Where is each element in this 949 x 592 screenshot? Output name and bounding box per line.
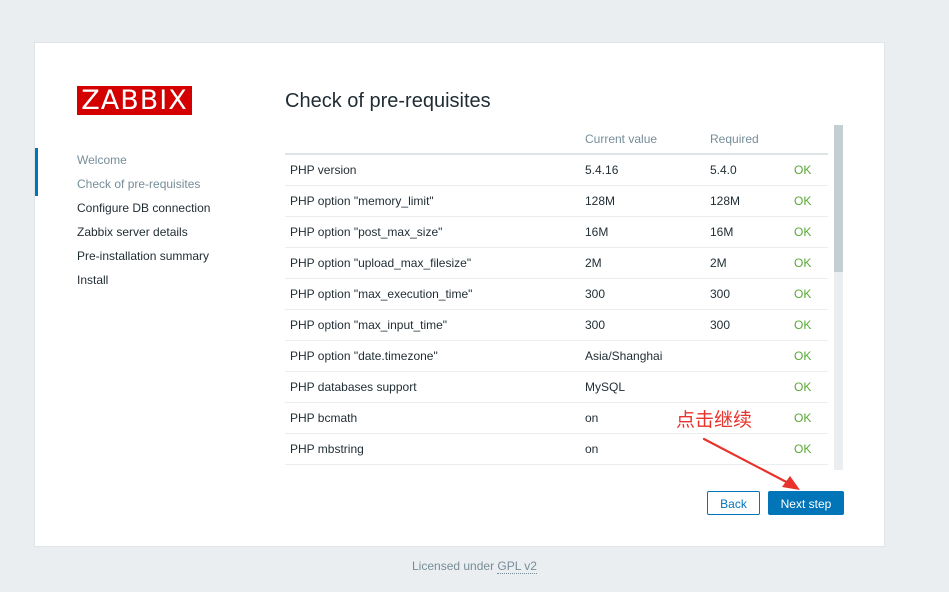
row-required: 2M [705,247,789,279]
table-row: PHP option "max_input_time" 300 300 OK [285,309,828,341]
annotation-arrow-icon [702,437,800,490]
table-row: PHP option "max_execution_time" 300 300 … [285,278,828,310]
zabbix-logo: ZABBIX [77,86,192,115]
page-title: Check of pre-requisites [285,90,491,112]
row-required: 300 [705,309,789,341]
row-name: PHP option "date.timezone" [285,340,580,372]
row-current: MySQL [580,371,705,403]
column-header-required: Required [705,125,789,155]
row-required: 16M [705,216,789,248]
table-row: PHP option "upload_max_filesize" 2M 2M O… [285,247,828,279]
footer-license-text: Licensed under [412,559,495,573]
row-required: 5.4.0 [705,154,789,186]
table-row: PHP version 5.4.16 5.4.0 OK [285,154,828,186]
gpl-license-link[interactable]: GPL v2 [497,559,537,574]
table-header-row: Current value Required [285,125,828,155]
step-server-details: Zabbix server details [77,225,188,239]
table-row: PHP option "post_max_size" 16M 16M OK [285,216,828,248]
row-status: OK [789,309,828,341]
row-current: 16M [580,216,705,248]
table-row: PHP option "date.timezone" Asia/Shanghai… [285,340,828,372]
footer: Licensed under GPL v2 [0,559,949,574]
row-status: OK [789,216,828,248]
annotation-label: 点击继续 [676,409,753,431]
row-name: PHP bcmath [285,402,580,434]
column-header-name [285,125,580,155]
row-name: PHP databases support [285,371,580,403]
row-name: PHP option "memory_limit" [285,185,580,217]
row-required [705,340,789,372]
row-name: PHP option "max_execution_time" [285,278,580,310]
row-status: OK [789,278,828,310]
row-current: Asia/Shanghai [580,340,705,372]
table-scrollbar[interactable] [834,125,843,470]
step-configure-db: Configure DB connection [77,201,211,215]
row-name: PHP option "max_input_time" [285,309,580,341]
row-name: PHP version [285,154,580,186]
step-welcome: Welcome [35,148,255,172]
row-current: 128M [580,185,705,217]
row-name: PHP mbstring [285,433,580,465]
row-status: OK [789,185,828,217]
row-current: 300 [580,309,705,341]
row-current: on [580,433,705,465]
prerequisites-table-container[interactable]: Current value Required PHP version 5.4.1… [285,125,843,470]
step-preinstall-summary: Pre-installation summary [77,249,210,263]
column-header-status [789,125,828,155]
row-required [705,371,789,403]
row-current: 300 [580,278,705,310]
step-install: Install [77,273,109,287]
table-row: PHP option "memory_limit" 128M 128M OK [285,185,828,217]
step-check-prerequisites: Check of pre-requisites [35,172,255,196]
row-current: 5.4.16 [580,154,705,186]
scrollbar-thumb[interactable] [834,125,843,272]
row-name: PHP option "upload_max_filesize" [285,247,580,279]
table-row: PHP databases support MySQL OK [285,371,828,403]
setup-steps-nav: Welcome Check of pre-requisites Configur… [35,148,255,292]
row-status: OK [789,371,828,403]
row-status: OK [789,340,828,372]
row-status: OK [789,154,828,186]
column-header-current: Current value [580,125,705,155]
row-required: 300 [705,278,789,310]
row-status: OK [789,247,828,279]
row-current: 2M [580,247,705,279]
row-status: OK [789,402,828,434]
row-required: 128M [705,185,789,217]
row-name: PHP option "post_max_size" [285,216,580,248]
